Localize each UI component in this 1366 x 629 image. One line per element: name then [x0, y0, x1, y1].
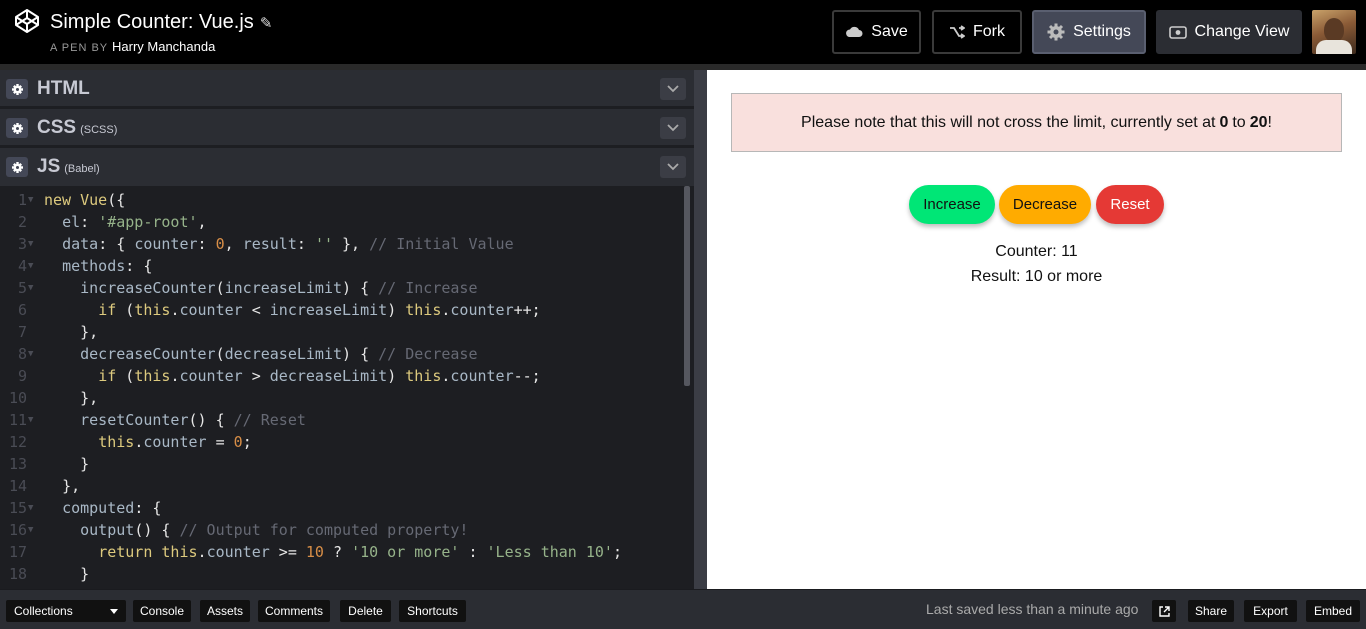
share-button[interactable]: Share: [1188, 600, 1234, 622]
fork-label: Fork: [973, 23, 1005, 40]
js-panel-header[interactable]: JS (Babel): [0, 148, 694, 186]
chevron-down-icon[interactable]: [660, 78, 686, 100]
eye-icon: [1168, 25, 1187, 39]
save-button[interactable]: Save: [832, 10, 921, 54]
notice-suffix: !: [1267, 113, 1272, 131]
decrease-button[interactable]: Decrease: [999, 185, 1091, 224]
css-panel-preprocessor: (SCSS): [80, 124, 118, 136]
pane-resizer[interactable]: [694, 70, 707, 589]
delete-button[interactable]: Delete: [340, 600, 391, 622]
save-status: Last saved less than a minute ago: [926, 601, 1139, 617]
settings-button[interactable]: Settings: [1032, 10, 1146, 54]
cloud-icon: [846, 26, 863, 37]
editor-scrollbar[interactable]: [684, 186, 690, 386]
change-view-label: Change View: [1194, 23, 1290, 40]
chevron-down-icon[interactable]: [660, 117, 686, 139]
increase-button[interactable]: Increase: [909, 185, 995, 224]
collections-dropdown[interactable]: Collections: [6, 600, 126, 622]
limit-notice: Please note that this will not cross the…: [731, 93, 1342, 152]
preview-pane: Please note that this will not cross the…: [707, 70, 1366, 589]
notice-to: to: [1232, 113, 1246, 131]
css-panel-title: CSS: [37, 117, 77, 138]
change-view-button[interactable]: Change View: [1156, 10, 1302, 54]
chevron-down-icon[interactable]: [660, 156, 686, 178]
assets-button[interactable]: Assets: [200, 600, 250, 622]
js-panel-preprocessor: (Babel): [64, 163, 100, 175]
fork-button[interactable]: Fork: [932, 10, 1022, 54]
notice-max: 20: [1249, 113, 1268, 131]
export-button[interactable]: Export: [1244, 600, 1297, 622]
collections-label: Collections: [14, 604, 73, 618]
gear-icon[interactable]: [6, 157, 28, 177]
js-code-editor[interactable]: 1 ▼ new Vue({ 2 el: '#app-root', 3 ▼ data: …: [0, 186, 684, 589]
html-panel-title: HTML: [37, 78, 90, 99]
gear-icon[interactable]: [6, 79, 28, 99]
gear-icon: [1047, 23, 1065, 41]
shortcuts-button[interactable]: Shortcuts: [399, 600, 466, 622]
avatar[interactable]: [1312, 10, 1356, 54]
byline-prefix: A PEN BY: [50, 42, 108, 54]
notice-text: Please note that this will not cross the…: [801, 113, 1216, 131]
pen-title[interactable]: Simple Counter: Vue.js ✎: [50, 10, 272, 36]
external-link-icon[interactable]: [1152, 600, 1176, 622]
embed-button[interactable]: Embed: [1306, 600, 1360, 622]
bottom-toolbar: Collections Console Assets Comments Dele…: [0, 589, 1366, 629]
reset-button[interactable]: Reset: [1096, 185, 1164, 224]
gear-icon[interactable]: [6, 118, 28, 138]
top-header: Simple Counter: Vue.js ✎ A PEN BY Harry M…: [0, 0, 1366, 64]
comments-button[interactable]: Comments: [258, 600, 330, 622]
codepen-logo-icon[interactable]: [14, 8, 40, 34]
caret-down-icon: [110, 608, 118, 614]
pen-byline: A PEN BY Harry Manchanda: [50, 39, 272, 54]
css-panel-header[interactable]: CSS (SCSS): [0, 109, 694, 147]
console-button[interactable]: Console: [133, 600, 191, 622]
counter-output: Counter: 11: [995, 243, 1078, 260]
js-panel-title: JS: [37, 156, 61, 177]
save-label: Save: [871, 23, 908, 40]
pencil-icon[interactable]: ✎: [260, 15, 273, 32]
fork-icon: [950, 25, 965, 39]
html-panel-header[interactable]: HTML: [0, 70, 694, 108]
notice-min: 0: [1219, 113, 1229, 131]
pen-title-text: Simple Counter: Vue.js: [50, 11, 254, 33]
settings-label: Settings: [1073, 23, 1131, 40]
result-output: Result: 10 or more: [970, 268, 1103, 285]
author-link[interactable]: Harry Manchanda: [112, 39, 215, 54]
